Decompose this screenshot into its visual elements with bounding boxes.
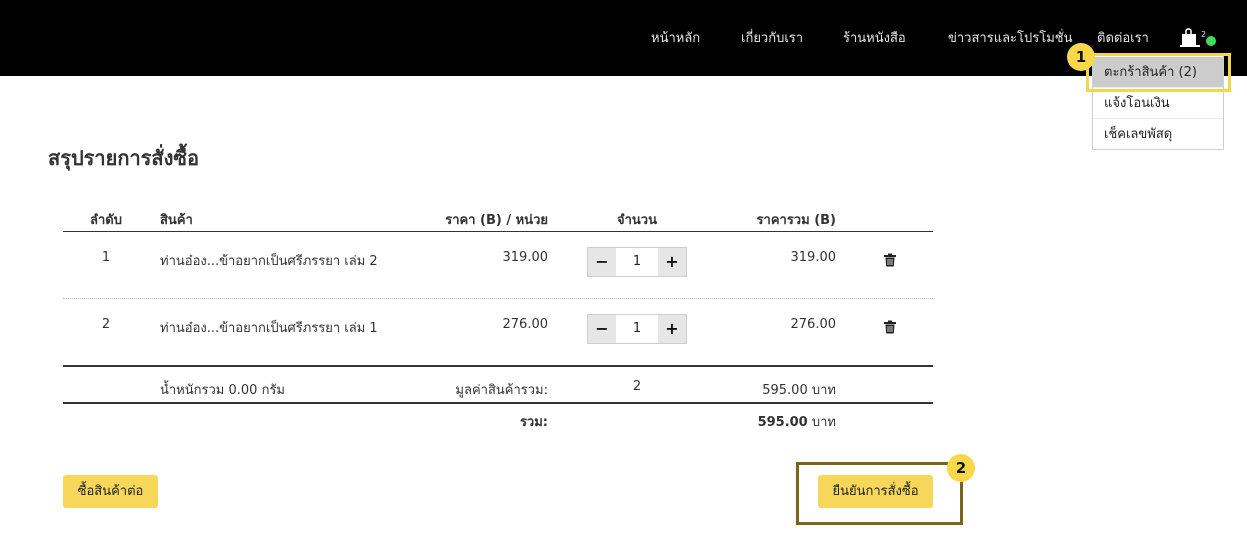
increase-quantity-button[interactable]: + xyxy=(658,248,686,276)
grand-total-divider xyxy=(63,402,933,404)
table-header-divider xyxy=(63,231,933,232)
grand-total-amount: 595.00 บาท xyxy=(716,411,836,432)
row-total-price: 276.00 xyxy=(790,317,837,332)
grand-total-value: 595.00 xyxy=(757,415,808,430)
row-total-price: 319.00 xyxy=(790,250,837,265)
cart-count-badge: 2 xyxy=(1201,30,1207,39)
column-header-quantity: จำนวน xyxy=(617,213,657,228)
row-unit-price: 319.00 xyxy=(502,250,549,265)
continue-shopping-button[interactable]: ซื้อสินค้าต่อ xyxy=(63,475,158,508)
nav-home[interactable]: หน้าหลัก xyxy=(651,27,700,48)
summary-divider xyxy=(63,365,933,367)
cart-status-dot xyxy=(1206,36,1216,46)
step-badge-2: 2 xyxy=(947,454,975,482)
increase-quantity-button[interactable]: + xyxy=(658,315,686,343)
subtotal-amount: 595.00 บาท xyxy=(716,379,836,400)
quantity-input[interactable] xyxy=(616,248,658,276)
highlight-box-cart xyxy=(1086,53,1231,92)
row-unit-price: 276.00 xyxy=(502,317,549,332)
nav-news-promotions[interactable]: ข่าวสารและโปรโมชั่น xyxy=(948,27,1073,48)
subtotal-label: มูลค่าสินค้ารวม: xyxy=(455,383,548,398)
total-weight: น้ำหนักรวม 0.00 กรัม xyxy=(160,383,285,398)
row-divider xyxy=(63,298,933,299)
page-title: สรุปรายการสั่งซื้อ xyxy=(48,146,199,170)
quantity-stepper: − + xyxy=(587,247,687,277)
decrease-quantity-button[interactable]: − xyxy=(588,315,616,343)
trash-icon[interactable] xyxy=(883,253,897,267)
subtotal-quantity: 2 xyxy=(632,379,642,394)
quantity-stepper: − + xyxy=(587,314,687,344)
top-navbar: หน้าหลัก เกี่ยวกับเรา ร้านหนังสือ ข่าวสา… xyxy=(0,0,1247,76)
column-header-unit-price: ราคา (B) / หน่วย xyxy=(445,213,548,228)
nav-about[interactable]: เกี่ยวกับเรา xyxy=(741,27,803,48)
nav-contact[interactable]: ติดต่อเรา xyxy=(1097,27,1149,48)
dropdown-item-payment-notify[interactable]: แจ้งโอนเงิน xyxy=(1093,88,1223,119)
trash-icon[interactable] xyxy=(883,320,897,334)
column-header-product: สินค้า xyxy=(160,213,193,228)
nav-bookstore[interactable]: ร้านหนังสือ xyxy=(843,27,906,48)
row-product-name[interactable]: ท่านอ๋อง...ข้าอยากเป็นศรีภรรยา เล่ม 2 xyxy=(160,250,378,271)
row-index: 1 xyxy=(101,250,111,265)
subtotal-amount-value: 595.00 xyxy=(762,383,808,398)
row-product-name[interactable]: ท่านอ๋อง...ข้าอยากเป็นศรีภรรยา เล่ม 1 xyxy=(160,317,378,338)
column-header-index: ลำดับ xyxy=(90,213,122,228)
grand-total-label: รวม: xyxy=(519,415,548,430)
shopping-bag-icon xyxy=(1180,28,1200,47)
grand-total-currency: บาท xyxy=(811,415,836,430)
step-badge-1: 1 xyxy=(1067,43,1095,71)
cart-button[interactable]: 2 xyxy=(1180,28,1220,48)
decrease-quantity-button[interactable]: − xyxy=(588,248,616,276)
quantity-input[interactable] xyxy=(616,315,658,343)
column-header-total: ราคารวม (B) xyxy=(756,213,836,228)
dropdown-item-track-parcel[interactable]: เช็คเลขพัสดุ xyxy=(1093,119,1223,150)
confirm-order-button[interactable]: ยืนยันการสั่งซื้อ xyxy=(818,475,933,508)
row-index: 2 xyxy=(101,317,111,332)
subtotal-currency: บาท xyxy=(811,383,836,398)
